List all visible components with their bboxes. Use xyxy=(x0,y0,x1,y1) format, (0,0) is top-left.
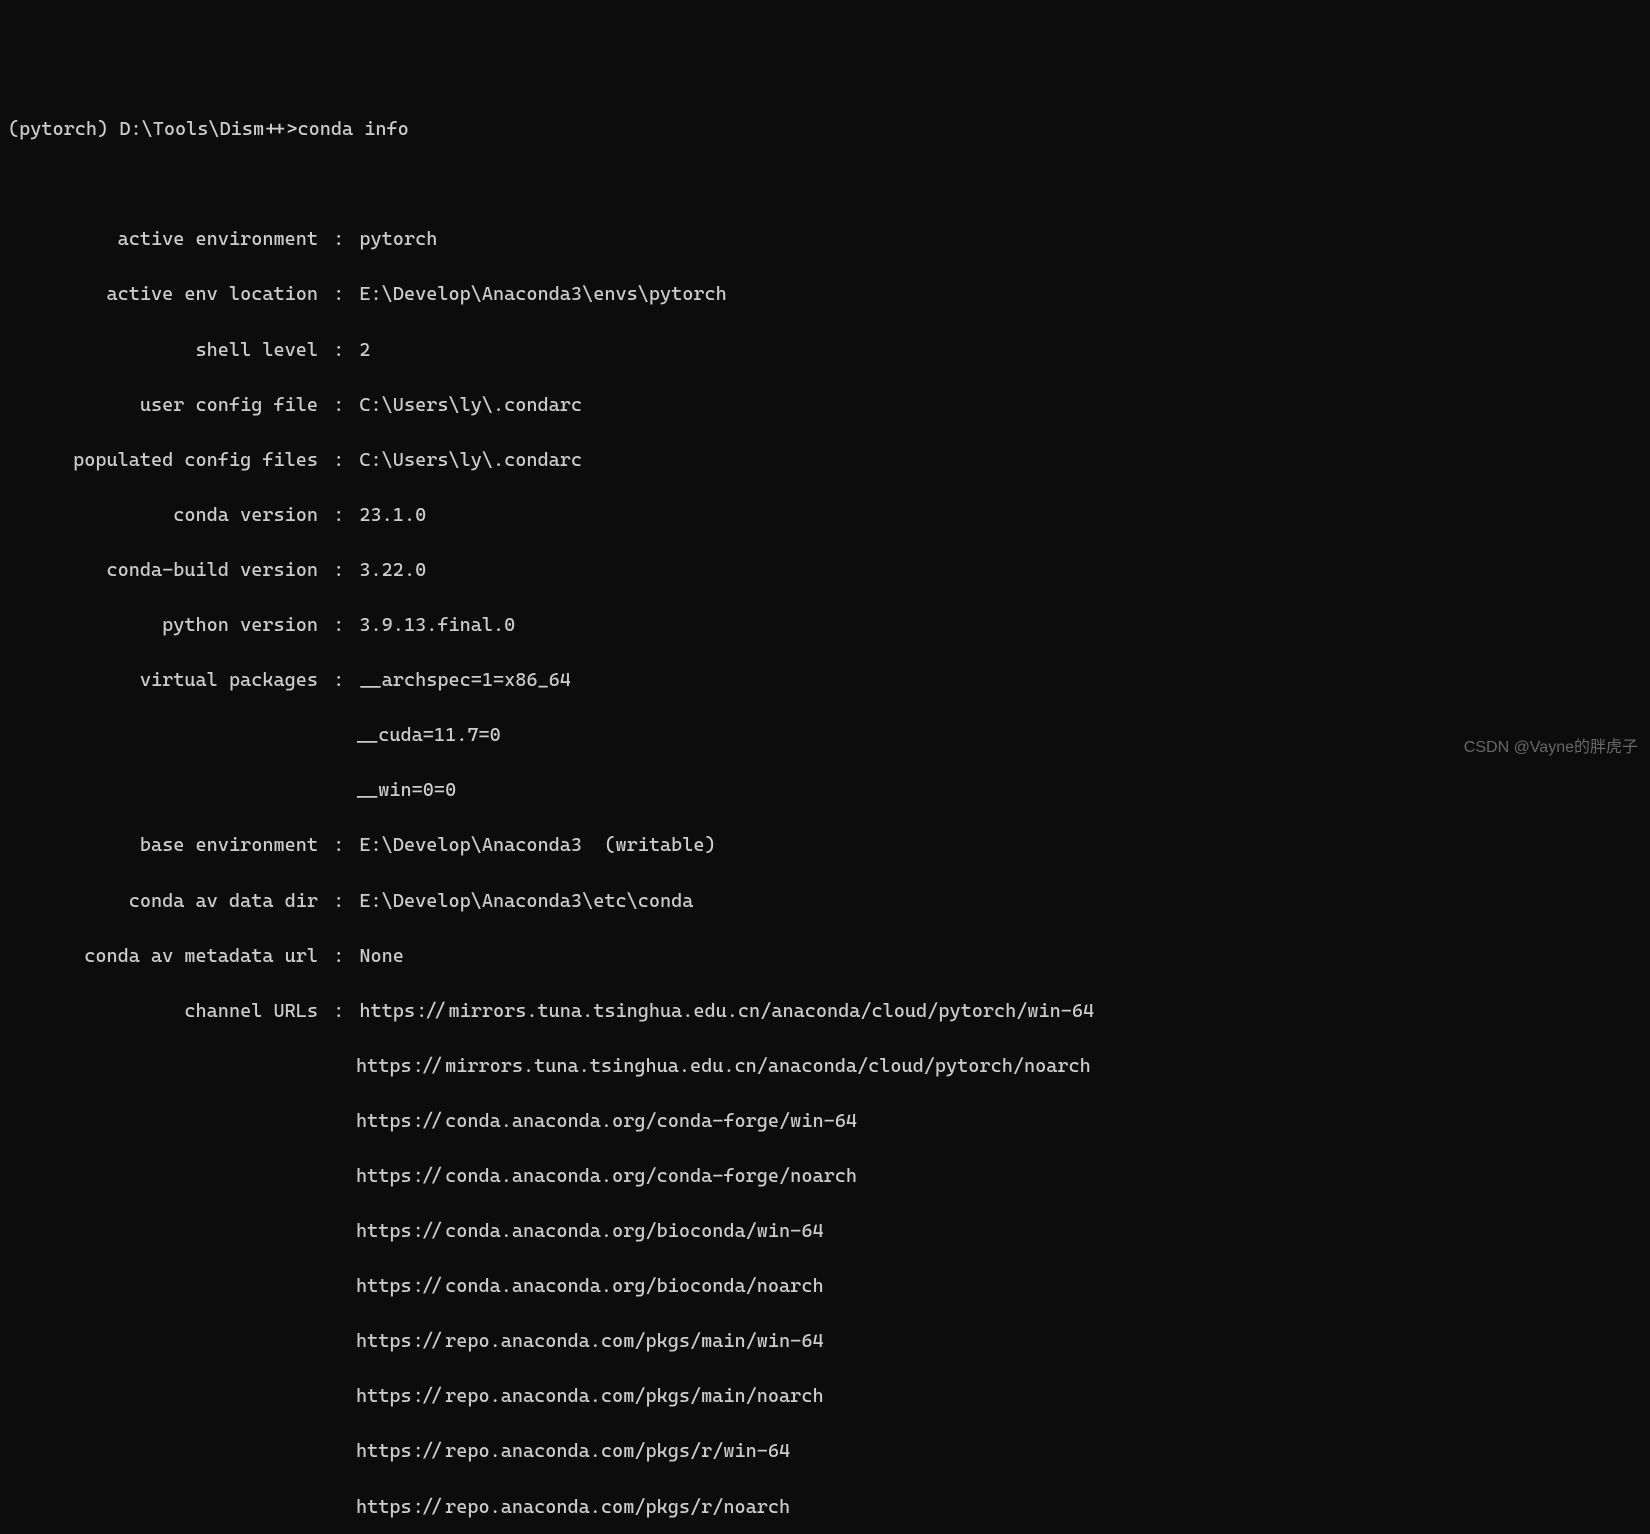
info-row-base-environment: base environment : E:\Develop\Anaconda3 … xyxy=(8,832,1642,860)
info-row-user-config-file: user config file : C:\Users\ly\.condarc xyxy=(8,392,1642,420)
info-label: conda version xyxy=(8,502,318,530)
info-value-continuation: https://repo.anaconda.com/pkgs/r/noarch xyxy=(8,1494,1642,1522)
info-label: conda av metadata url xyxy=(8,943,318,971)
info-value: E:\Develop\Anaconda3 (writable) xyxy=(359,832,715,860)
info-row-channel-urls: channel URLs : https://mirrors.tuna.tsin… xyxy=(8,998,1642,1026)
info-value: C:\Users\ly\.condarc xyxy=(359,447,582,475)
info-separator: : xyxy=(318,667,359,695)
info-row-conda-av-data-dir: conda av data dir : E:\Develop\Anaconda3… xyxy=(8,888,1642,916)
info-value: 23.1.0 xyxy=(359,502,426,530)
info-separator: : xyxy=(318,502,359,530)
info-value-continuation: https://mirrors.tuna.tsinghua.edu.cn/ana… xyxy=(8,1053,1642,1081)
info-row-conda-av-metadata-url: conda av metadata url : None xyxy=(8,943,1642,971)
info-separator: : xyxy=(318,447,359,475)
info-separator: : xyxy=(318,557,359,585)
blank-line xyxy=(8,171,1642,199)
info-separator: : xyxy=(318,832,359,860)
info-separator: : xyxy=(318,888,359,916)
info-label: populated config files xyxy=(8,447,318,475)
info-separator: : xyxy=(318,612,359,640)
info-label: shell level xyxy=(8,337,318,365)
info-value: E:\Develop\Anaconda3\envs\pytorch xyxy=(359,281,726,309)
info-value-continuation: https://repo.anaconda.com/pkgs/r/win-64 xyxy=(8,1438,1642,1466)
info-value: C:\Users\ly\.condarc xyxy=(359,392,582,420)
prompt-path: D:\Tools\Dism++> xyxy=(119,118,297,140)
info-value: 2 xyxy=(359,337,370,365)
info-separator: : xyxy=(318,337,359,365)
info-value-continuation: https://conda.anaconda.org/conda-forge/w… xyxy=(8,1108,1642,1136)
info-label: user config file xyxy=(8,392,318,420)
info-value-continuation: https://conda.anaconda.org/bioconda/win-… xyxy=(8,1218,1642,1246)
info-label: base environment xyxy=(8,832,318,860)
info-row-virtual-packages: virtual packages : __archspec=1=x86_64 xyxy=(8,667,1642,695)
info-value-continuation: https://conda.anaconda.org/bioconda/noar… xyxy=(8,1273,1642,1301)
info-row-populated-config-files: populated config files : C:\Users\ly\.co… xyxy=(8,447,1642,475)
info-separator: : xyxy=(318,226,359,254)
watermark: CSDN @Vayne的胖虎子 xyxy=(1464,736,1638,759)
info-value-continuation: __cuda=11.7=0 xyxy=(8,722,1642,750)
info-value: https://mirrors.tuna.tsinghua.edu.cn/ana… xyxy=(359,998,1094,1026)
info-row-active-env-location: active env location : E:\Develop\Anacond… xyxy=(8,281,1642,309)
info-value: 3.9.13.final.0 xyxy=(359,612,515,640)
info-row-python-version: python version : 3.9.13.final.0 xyxy=(8,612,1642,640)
info-label: active environment xyxy=(8,226,318,254)
info-value: E:\Develop\Anaconda3\etc\conda xyxy=(359,888,693,916)
info-value: None xyxy=(359,943,404,971)
info-row-active-environment: active environment : pytorch xyxy=(8,226,1642,254)
info-value: pytorch xyxy=(359,226,437,254)
info-value-continuation: https://repo.anaconda.com/pkgs/main/noar… xyxy=(8,1383,1642,1411)
prompt-env: (pytorch) xyxy=(8,118,108,140)
info-value-continuation: https://conda.anaconda.org/conda-forge/n… xyxy=(8,1163,1642,1191)
info-label: conda-build version xyxy=(8,557,318,585)
info-separator: : xyxy=(318,281,359,309)
prompt-line[interactable]: (pytorch) D:\Tools\Dism++>conda info xyxy=(8,116,1642,144)
info-separator: : xyxy=(318,998,359,1026)
info-row-conda-version: conda version : 23.1.0 xyxy=(8,502,1642,530)
info-value-continuation: __win=0=0 xyxy=(8,777,1642,805)
info-separator: : xyxy=(318,392,359,420)
info-value: 3.22.0 xyxy=(359,557,426,585)
info-row-conda-build-version: conda-build version : 3.22.0 xyxy=(8,557,1642,585)
info-label: channel URLs xyxy=(8,998,318,1026)
info-label: python version xyxy=(8,612,318,640)
info-label: active env location xyxy=(8,281,318,309)
info-row-shell-level: shell level : 2 xyxy=(8,337,1642,365)
info-separator: : xyxy=(318,943,359,971)
info-value: __archspec=1=x86_64 xyxy=(359,667,571,695)
info-label: virtual packages xyxy=(8,667,318,695)
prompt-command: conda info xyxy=(297,118,408,140)
info-value-continuation: https://repo.anaconda.com/pkgs/main/win-… xyxy=(8,1328,1642,1356)
info-label: conda av data dir xyxy=(8,888,318,916)
